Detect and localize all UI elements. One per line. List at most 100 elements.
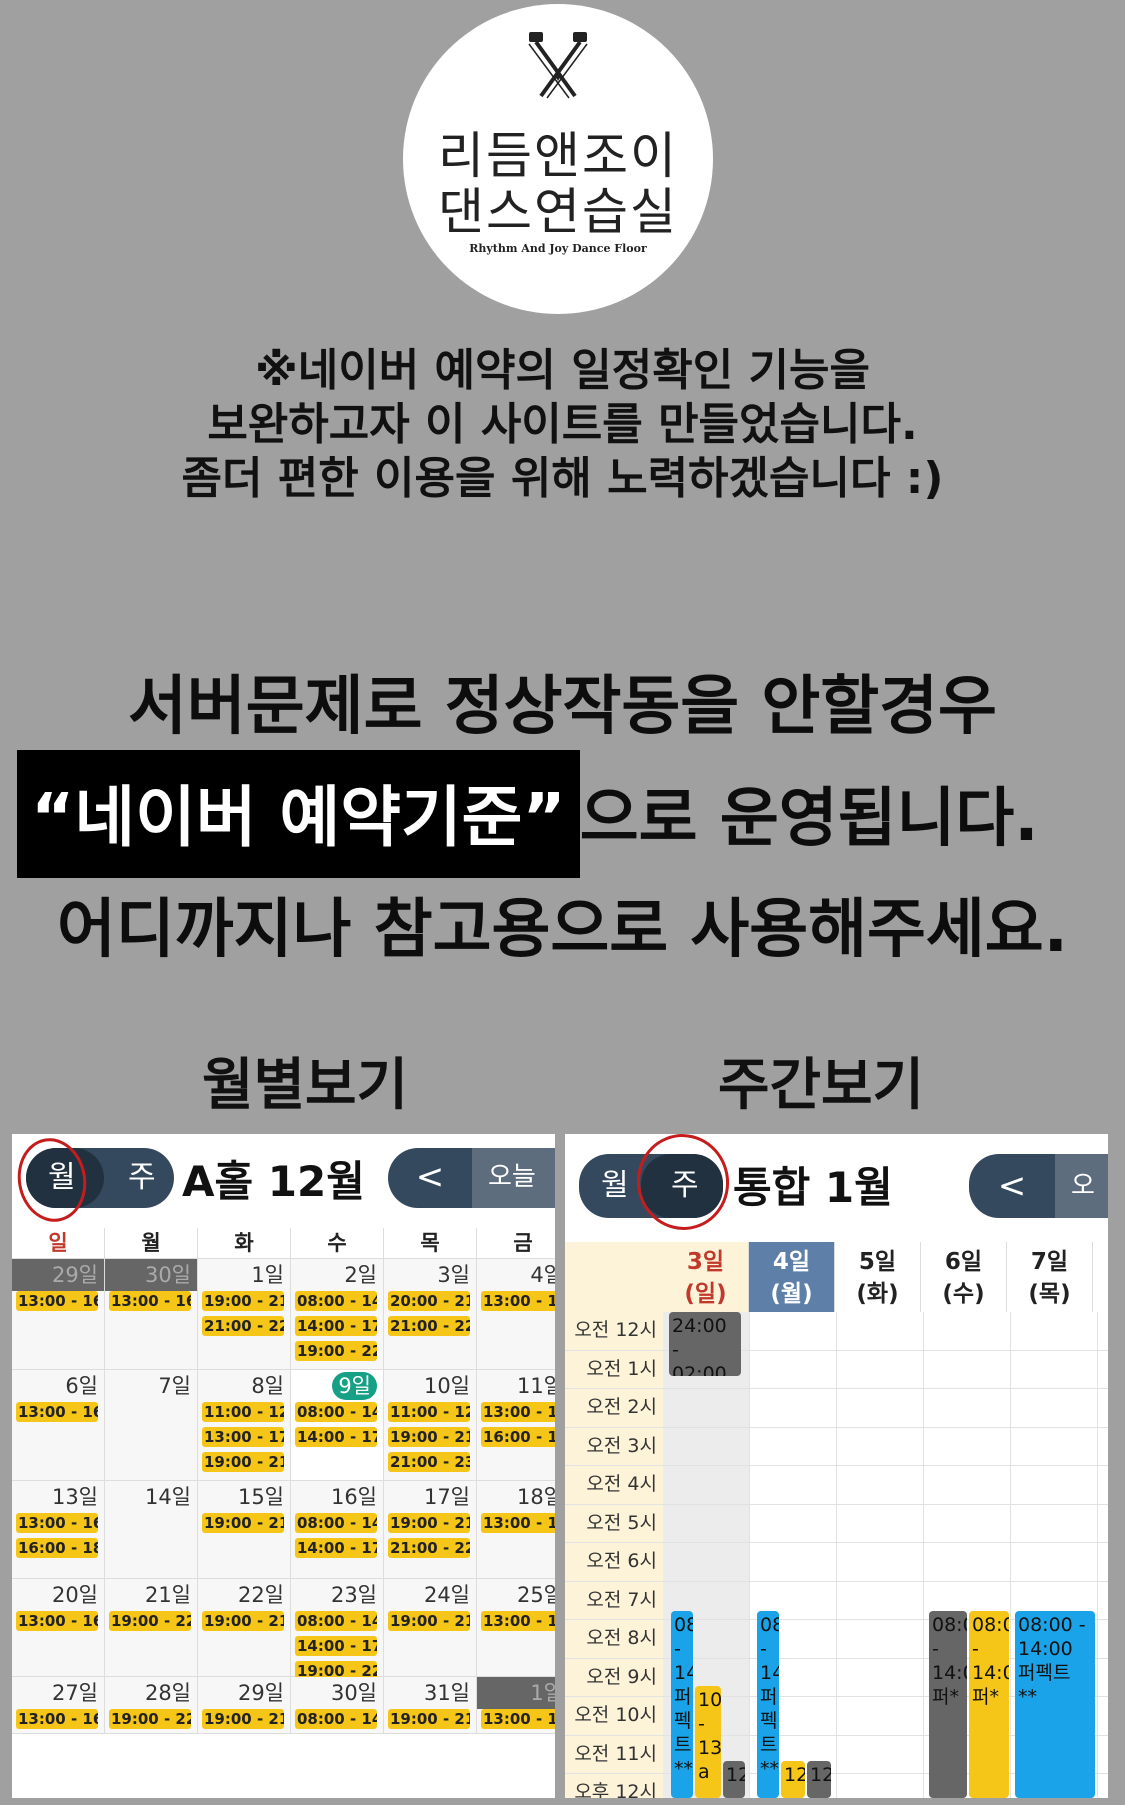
event-chip[interactable]: 21:00 - 22 (202, 1316, 284, 1336)
time-slot[interactable] (924, 1543, 1011, 1581)
time-slot[interactable] (663, 1389, 750, 1427)
event-block[interactable]: 08 - 14 퍼 펙 트 ** (671, 1611, 693, 1798)
event-block[interactable]: 10 - 13 a (695, 1686, 721, 1798)
day-cell[interactable]: 14일 (105, 1481, 198, 1578)
time-slot[interactable] (1011, 1389, 1098, 1427)
day-cell[interactable]: 30일 08:00 - 14 (291, 1677, 384, 1733)
time-slot[interactable] (663, 1427, 750, 1465)
time-slot[interactable] (1011, 1466, 1098, 1504)
event-chip[interactable]: 14:00 - 17 (295, 1636, 377, 1656)
month-view-button[interactable]: 월 (601, 1154, 629, 1218)
event-block[interactable]: 08 - 14 퍼 펙 트 ** (757, 1611, 779, 1798)
day-cell[interactable]: 29일 19:00 - 21 (198, 1677, 291, 1733)
day-cell[interactable]: 7일 (105, 1370, 198, 1480)
day-cell[interactable]: 20일 13:00 - 16 (12, 1579, 105, 1676)
event-chip[interactable]: 11:00 - 12 (388, 1402, 470, 1422)
event-block[interactable]: 12 (723, 1761, 745, 1798)
event-chip[interactable]: 19:00 - 21 (202, 1452, 284, 1472)
event-chip[interactable]: 13:00 - 16 (16, 1291, 98, 1311)
time-slot[interactable] (663, 1504, 750, 1542)
day-cell[interactable]: 24일 19:00 - 21 (384, 1579, 477, 1676)
event-block[interactable]: 08:0 - 14:0 퍼* (929, 1611, 967, 1798)
day-cell[interactable]: 6일 13:00 - 16 (12, 1370, 105, 1480)
event-chip[interactable]: 08:00 - 14 (295, 1611, 377, 1631)
time-slot[interactable] (837, 1620, 924, 1658)
time-slot[interactable] (924, 1389, 1011, 1427)
event-block[interactable]: 08:0 - 14:0 퍼* (969, 1611, 1009, 1798)
day-cell[interactable]: 22일 19:00 - 21 (198, 1579, 291, 1676)
event-chip[interactable]: 19:00 - 21 (388, 1611, 470, 1631)
day-cell[interactable]: 15일 19:00 - 21 (198, 1481, 291, 1578)
event-chip[interactable]: 08:00 - 14 (295, 1513, 377, 1533)
time-slot[interactable] (1011, 1427, 1098, 1465)
event-block[interactable]: 12 (807, 1761, 831, 1798)
day-column-header[interactable]: 4일 (월) (749, 1242, 835, 1312)
event-block[interactable]: 12 (781, 1761, 805, 1798)
event-chip[interactable]: 08:00 - 14 (295, 1402, 377, 1422)
time-slot[interactable] (750, 1466, 837, 1504)
event-chip[interactable]: 19:00 - 21 (202, 1291, 284, 1311)
event-chip[interactable]: 21:00 - 22 (388, 1538, 470, 1558)
time-slot[interactable] (837, 1735, 924, 1773)
event-chip[interactable]: 13:00 - 1 (481, 1513, 555, 1533)
event-chip[interactable]: 13:00 - 16 (16, 1709, 98, 1729)
day-column-header[interactable]: 6일 (수) (921, 1242, 1007, 1312)
day-column-header[interactable]: 5일 (화) (835, 1242, 921, 1312)
day-cell[interactable]: 21일 19:00 - 22 (105, 1579, 198, 1676)
event-chip[interactable]: 19:00 - 21 (388, 1709, 470, 1729)
week-view-button[interactable]: 주 (128, 1148, 156, 1208)
time-slot[interactable] (924, 1427, 1011, 1465)
event-chip[interactable]: 21:00 - 23 (388, 1452, 470, 1472)
event-chip[interactable]: 16:00 - 1 (481, 1427, 555, 1447)
day-cell[interactable]: 23일 08:00 - 14 14:00 - 17 19:00 - 22 (291, 1579, 384, 1681)
day-cell[interactable]: 29일 13:00 - 16 (12, 1259, 105, 1369)
event-chip[interactable]: 19:00 - 21 (202, 1709, 284, 1729)
event-chip[interactable]: 08:00 - 14 (295, 1709, 377, 1729)
day-cell[interactable]: 11일 13:00 - 1 16:00 - 1 (477, 1370, 555, 1480)
event-chip[interactable]: 13:00 - 16 (16, 1513, 98, 1533)
event-chip[interactable]: 19:00 - 21 (202, 1513, 284, 1533)
today-button[interactable]: 오 (1055, 1154, 1108, 1218)
day-cell[interactable]: 8일 11:00 - 12 13:00 - 17 19:00 - 21 (198, 1370, 291, 1480)
day-cell[interactable]: 31일 19:00 - 21 (384, 1677, 477, 1733)
day-column-header[interactable]: 7일 (목) (1007, 1242, 1093, 1312)
day-cell[interactable]: 1일 19:00 - 21 21:00 - 22 (198, 1259, 291, 1369)
event-chip[interactable]: 13:00 - 1 (481, 1402, 555, 1422)
time-slot[interactable] (750, 1427, 837, 1465)
event-chip[interactable]: 21:00 - 22 (388, 1316, 470, 1336)
time-slot[interactable] (837, 1581, 924, 1619)
event-chip[interactable]: 19:00 - 21 (388, 1513, 470, 1533)
time-slot[interactable] (837, 1312, 924, 1350)
time-slot[interactable] (663, 1466, 750, 1504)
day-cell[interactable]: 4일 13:00 - 1 (477, 1259, 555, 1369)
time-slot[interactable] (837, 1504, 924, 1542)
event-chip[interactable]: 11:00 - 12 (202, 1402, 284, 1422)
time-slot[interactable] (750, 1350, 837, 1388)
event-chip[interactable]: 16:00 - 18 (16, 1538, 98, 1558)
event-block[interactable]: 24:00 - 02:00 b홀 미* (669, 1312, 741, 1376)
time-slot[interactable] (750, 1389, 837, 1427)
event-chip[interactable]: 19:00 - 22 (295, 1341, 377, 1361)
time-slot[interactable] (1011, 1350, 1098, 1388)
day-cell[interactable]: 13일 13:00 - 16 16:00 - 18 (12, 1481, 105, 1578)
time-slot[interactable] (750, 1312, 837, 1350)
day-cell[interactable]: 17일 19:00 - 21 21:00 - 22 (384, 1481, 477, 1578)
day-cell[interactable]: 30일 13:00 - 16 (105, 1259, 198, 1369)
event-chip[interactable]: 13:00 - 17 (202, 1427, 284, 1447)
time-slot[interactable] (924, 1504, 1011, 1542)
time-slot[interactable] (1011, 1504, 1098, 1542)
time-slot[interactable] (663, 1543, 750, 1581)
day-cell[interactable]: 27일 13:00 - 16 (12, 1677, 105, 1733)
day-cell[interactable]: 3일 20:00 - 21 21:00 - 22 (384, 1259, 477, 1369)
event-chip[interactable]: 13:00 - 1 (481, 1291, 555, 1311)
event-chip[interactable]: 13:00 - 16 (16, 1402, 98, 1422)
day-cell[interactable]: 1일 13:00 - 1 (477, 1677, 555, 1733)
time-slot[interactable] (924, 1312, 1011, 1350)
day-cell[interactable]: 25일 13:00 - 1 (477, 1579, 555, 1676)
event-chip[interactable]: 19:00 - 22 (109, 1709, 191, 1729)
event-chip[interactable]: 14:00 - 17 (295, 1427, 377, 1447)
time-slot[interactable] (837, 1427, 924, 1465)
event-chip[interactable]: 08:00 - 14 (295, 1291, 377, 1311)
time-slot[interactable] (837, 1774, 924, 1798)
day-cell[interactable]: 18일 13:00 - 1 (477, 1481, 555, 1578)
